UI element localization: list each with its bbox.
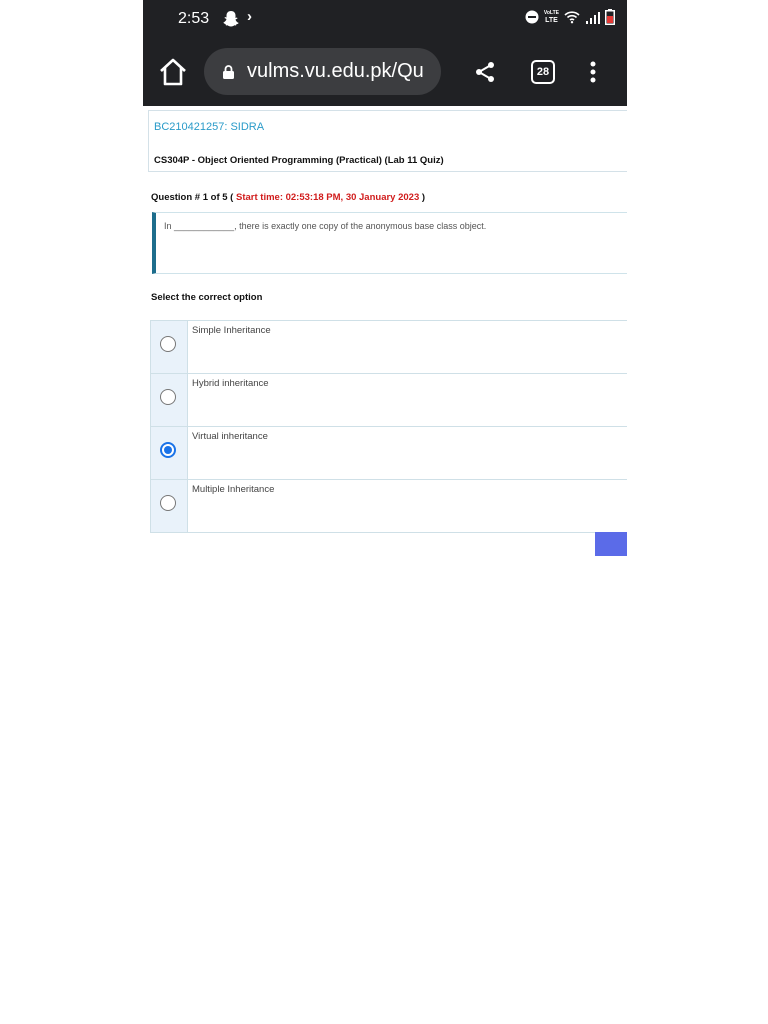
share-icon[interactable] xyxy=(473,60,497,84)
signal-icon xyxy=(586,11,600,24)
status-icons: VoLTE LTE xyxy=(525,9,615,25)
option-label: Multiple Inheritance xyxy=(192,484,275,495)
option-label: Hybrid inheritance xyxy=(192,378,269,389)
status-time: 2:53 xyxy=(178,10,210,27)
volte-icon: VoLTE LTE xyxy=(543,10,559,24)
address-bar[interactable]: vulms.vu.edu.pk/Qu xyxy=(204,48,441,95)
answer-options: Simple Inheritance Hybrid inheritance Vi… xyxy=(150,320,627,533)
course-title: CS304P - Object Oriented Programming (Pr… xyxy=(154,155,444,166)
option-label: Virtual inheritance xyxy=(192,431,268,442)
select-option-label: Select the correct option xyxy=(151,292,263,303)
radio-button[interactable] xyxy=(160,389,176,405)
url-text: vulms.vu.edu.pk/Qu xyxy=(247,60,424,82)
submit-button[interactable]: Cl xyxy=(595,532,627,556)
radio-cell xyxy=(151,427,188,479)
radio-cell xyxy=(151,374,188,426)
option-label: Simple Inheritance xyxy=(192,325,271,336)
radio-cell xyxy=(151,321,188,373)
option-row[interactable]: Simple Inheritance xyxy=(150,320,627,374)
option-row[interactable]: Multiple Inheritance xyxy=(150,479,627,533)
option-row[interactable]: Virtual inheritance xyxy=(150,426,627,480)
question-text: In ____________, there is exactly one co… xyxy=(164,221,487,231)
dnd-icon xyxy=(525,10,539,24)
wifi-icon xyxy=(564,11,580,24)
student-header: BC210421257: SIDRA CS304P - Object Orien… xyxy=(148,110,627,172)
question-number: Question # 1 of 5 ( Start time: 02:53:18… xyxy=(151,192,426,203)
tabs-icon[interactable]: 28 xyxy=(531,60,555,84)
more-icon[interactable] xyxy=(583,60,603,84)
chevron-right-icon: › xyxy=(247,8,252,25)
radio-cell xyxy=(151,480,188,532)
option-row[interactable]: Hybrid inheritance xyxy=(150,373,627,427)
radio-button[interactable] xyxy=(160,495,176,511)
radio-button-selected[interactable] xyxy=(160,442,176,458)
start-time: Start time: 02:53:18 PM, 30 January 2023 xyxy=(236,192,420,203)
battery-icon xyxy=(605,9,615,25)
phone-screen: 2:53 › VoLTE LTE vulms.vu.edu.pk/Qu 28 B… xyxy=(143,0,627,560)
home-icon[interactable] xyxy=(158,58,188,86)
browser-chrome: 2:53 › VoLTE LTE vulms.vu.edu.pk/Qu 28 xyxy=(143,0,627,106)
question-box: In ____________, there is exactly one co… xyxy=(152,212,627,274)
student-id: BC210421257: SIDRA xyxy=(154,121,265,133)
lock-icon xyxy=(223,64,234,79)
radio-button[interactable] xyxy=(160,336,176,352)
snapchat-icon xyxy=(223,11,239,27)
